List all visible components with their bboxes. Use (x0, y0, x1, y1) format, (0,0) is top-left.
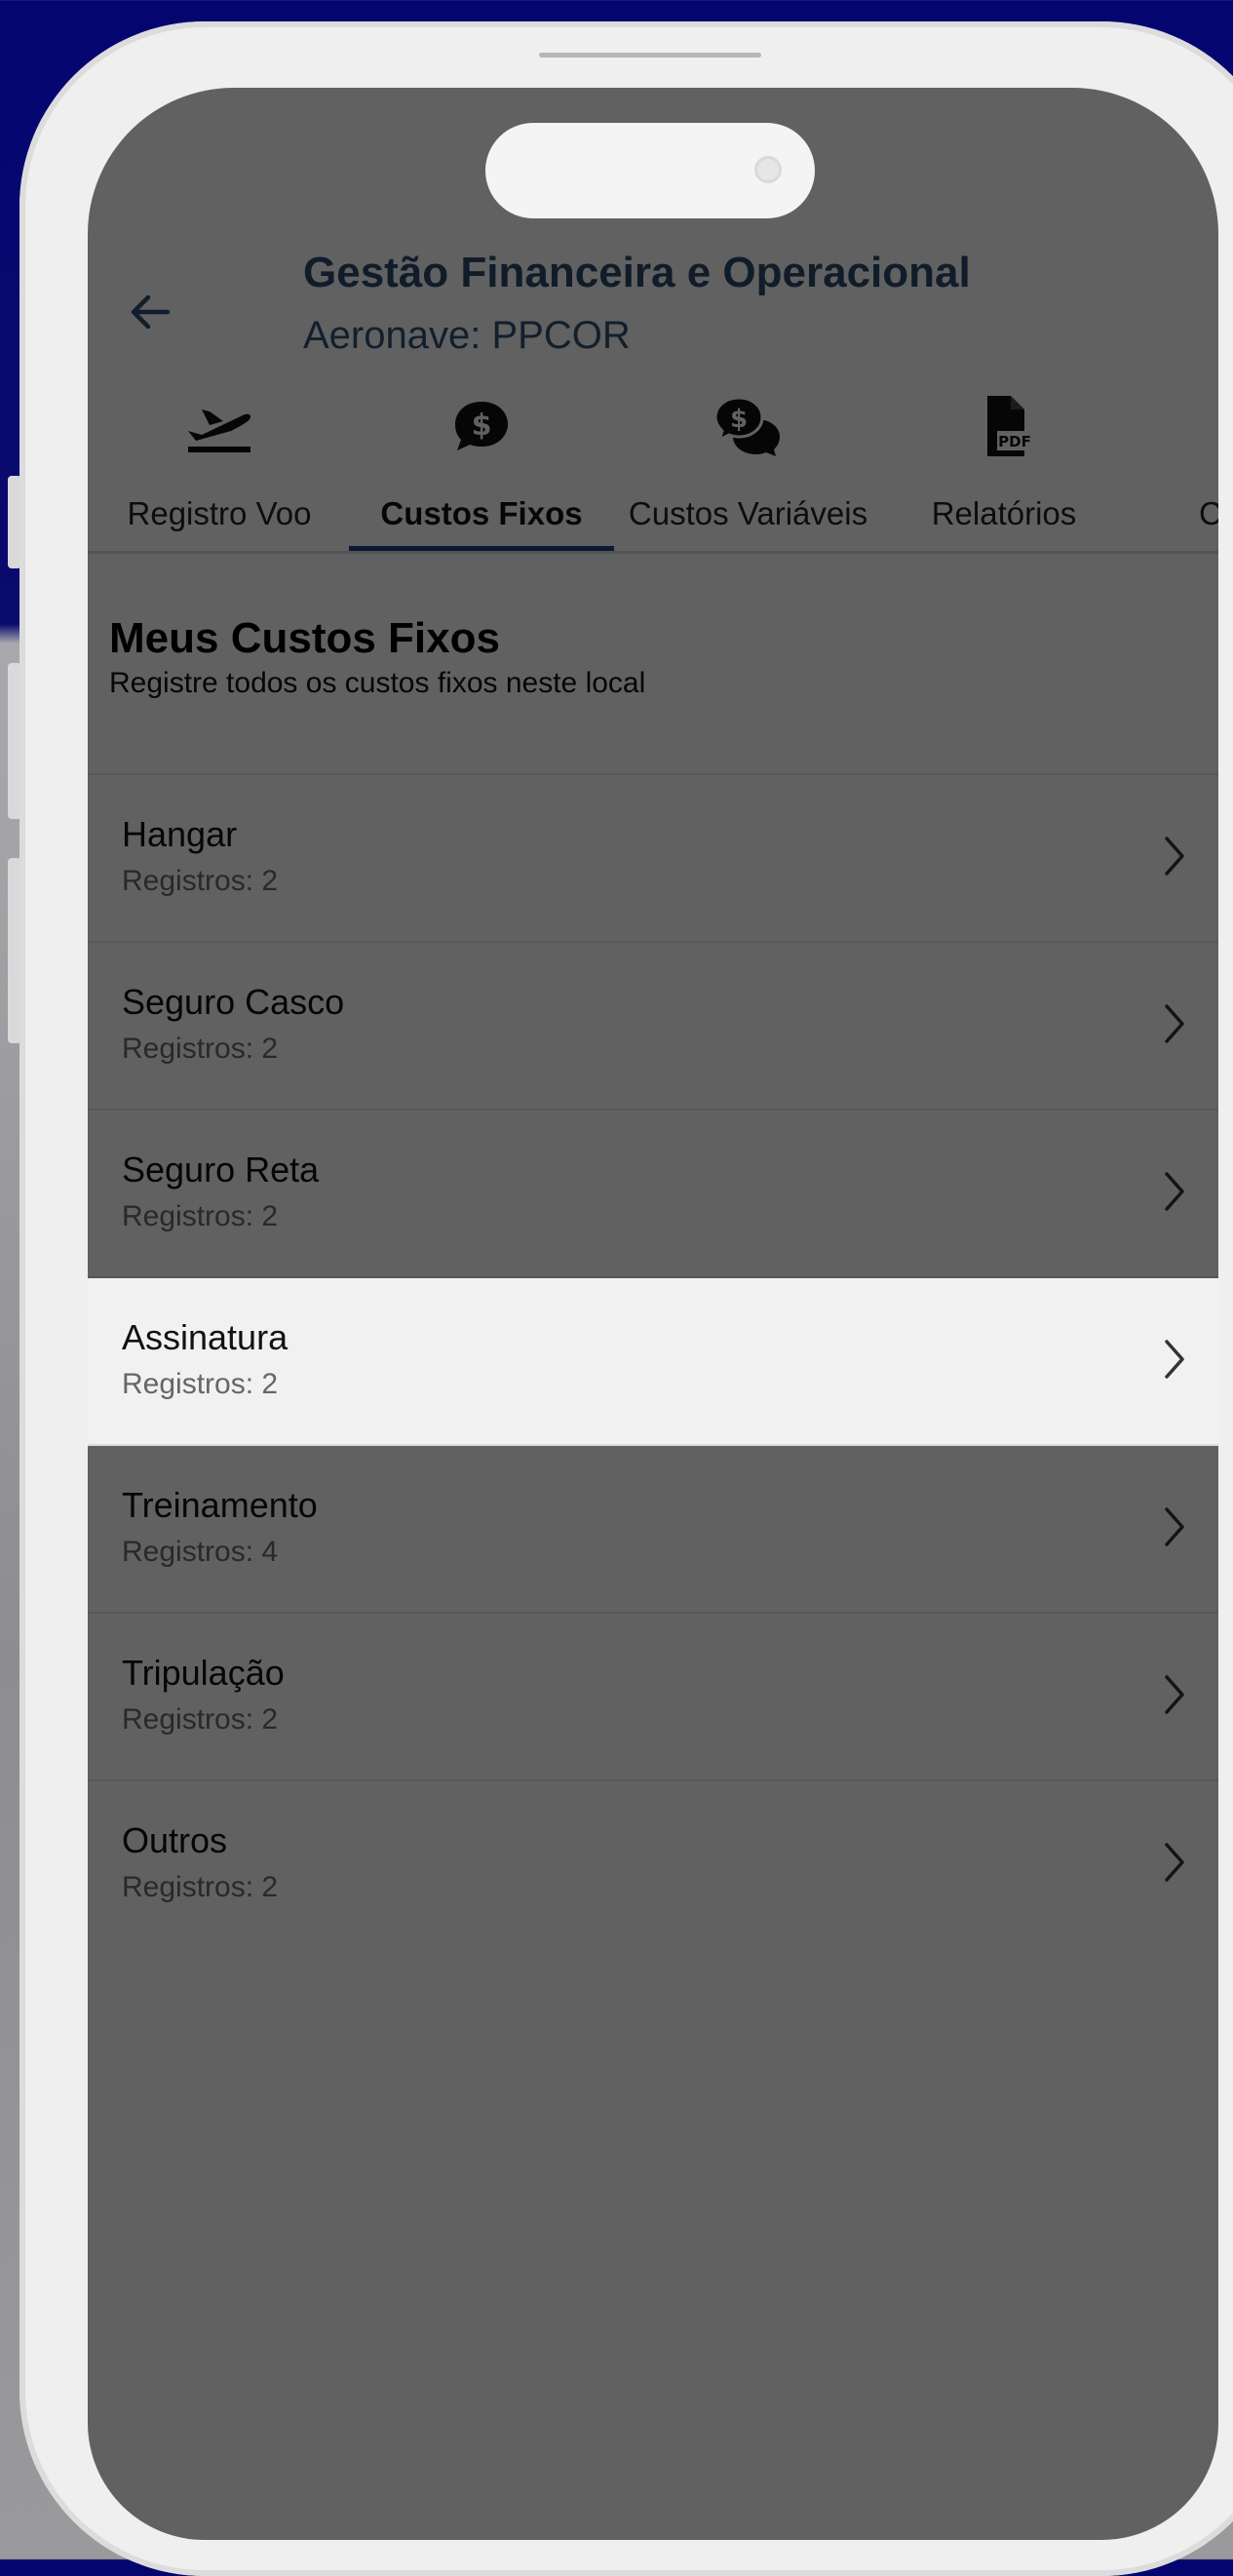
list-item-assinatura[interactable]: Assinatura Registros: 2 (88, 1278, 1218, 1446)
section-subtitle: Registre todos os custos fixos neste loc… (109, 667, 646, 699)
item-name: Seguro Reta (122, 1150, 320, 1190)
back-arrow-icon[interactable] (121, 283, 179, 341)
item-name: Treinamento (122, 1485, 318, 1525)
list-item-seguro-casco[interactable]: Seguro Casco Registros: 2 (88, 943, 1218, 1111)
page-title: Gestão Financeira e Operacional (303, 249, 971, 296)
tab-overflow-partial[interactable]: C (1199, 380, 1218, 551)
dollar-chat-icon: $ (455, 402, 508, 450)
chevron-right-icon (1165, 1675, 1184, 1714)
list-item-treinamento[interactable]: Treinamento Registros: 4 (88, 1446, 1218, 1614)
dollar-chats-icon: $ (713, 396, 780, 456)
item-name: Assinatura (122, 1317, 289, 1357)
dynamic-island (485, 123, 815, 218)
tab-label: Relatórios (931, 495, 1077, 531)
tab-custos-fixos[interactable]: $ Custos Fixos (349, 380, 614, 551)
svg-text:$: $ (472, 409, 492, 443)
list-item-seguro-reta[interactable]: Seguro Reta Registros: 2 (88, 1111, 1218, 1278)
list-item-hangar[interactable]: Hangar Registros: 2 (88, 775, 1218, 943)
chevron-right-icon (1165, 1843, 1184, 1882)
item-count: Registros: 2 (122, 1033, 279, 1065)
tab-label-partial: C (1199, 495, 1218, 531)
chevron-right-icon (1165, 1172, 1184, 1211)
chevron-right-icon (1165, 1507, 1184, 1546)
item-name: Seguro Casco (122, 982, 345, 1022)
tab-relatorios[interactable]: PDF Relatórios (882, 380, 1126, 551)
fixed-costs-list: Hangar Registros: 2 Seguro Casco Registr… (88, 773, 1218, 1947)
tab-custos-variaveis[interactable]: $ Custos Variáveis (614, 380, 882, 551)
item-count: Registros: 2 (122, 1703, 279, 1736)
phone-frame: Gestão Financeira e Operacional Aeronave… (19, 21, 1233, 2576)
active-tab-indicator (349, 546, 614, 551)
tab-bar: Registro Voo $ Custos Fixos $ Custos Var… (88, 380, 1218, 554)
tab-label: Registro Voo (127, 495, 312, 531)
tab-registro-voo[interactable]: Registro Voo (88, 380, 351, 551)
app-screen: Gestão Financeira e Operacional Aeronave… (88, 88, 1218, 2540)
item-count: Registros: 2 (122, 865, 279, 897)
list-item-tripulacao[interactable]: Tripulação Registros: 2 (88, 1614, 1218, 1781)
chevron-right-icon (1165, 1340, 1184, 1379)
pdf-file-icon: PDF (987, 396, 1032, 456)
aircraft-subtitle: Aeronave: PPCOR (303, 314, 631, 357)
svg-text:$: $ (729, 405, 747, 434)
item-count: Registros: 2 (122, 1871, 279, 1903)
phone-speaker-line (539, 53, 761, 58)
list-item-outros[interactable]: Outros Registros: 2 (88, 1781, 1218, 1947)
item-count: Registros: 4 (122, 1536, 279, 1568)
airplane-departure-icon (188, 410, 251, 452)
svg-text:PDF: PDF (998, 433, 1031, 450)
item-name: Tripulação (122, 1653, 285, 1693)
item-name: Outros (122, 1820, 228, 1860)
item-name: Hangar (122, 814, 238, 854)
camera-icon (754, 156, 782, 183)
item-count: Registros: 2 (122, 1200, 279, 1232)
tab-label: Custos Variáveis (628, 495, 868, 531)
chevron-right-icon (1165, 1004, 1184, 1043)
chevron-right-icon (1165, 837, 1184, 876)
tab-label: Custos Fixos (380, 495, 583, 531)
item-count: Registros: 2 (122, 1368, 279, 1400)
section-title: Meus Custos Fixos (109, 614, 500, 662)
